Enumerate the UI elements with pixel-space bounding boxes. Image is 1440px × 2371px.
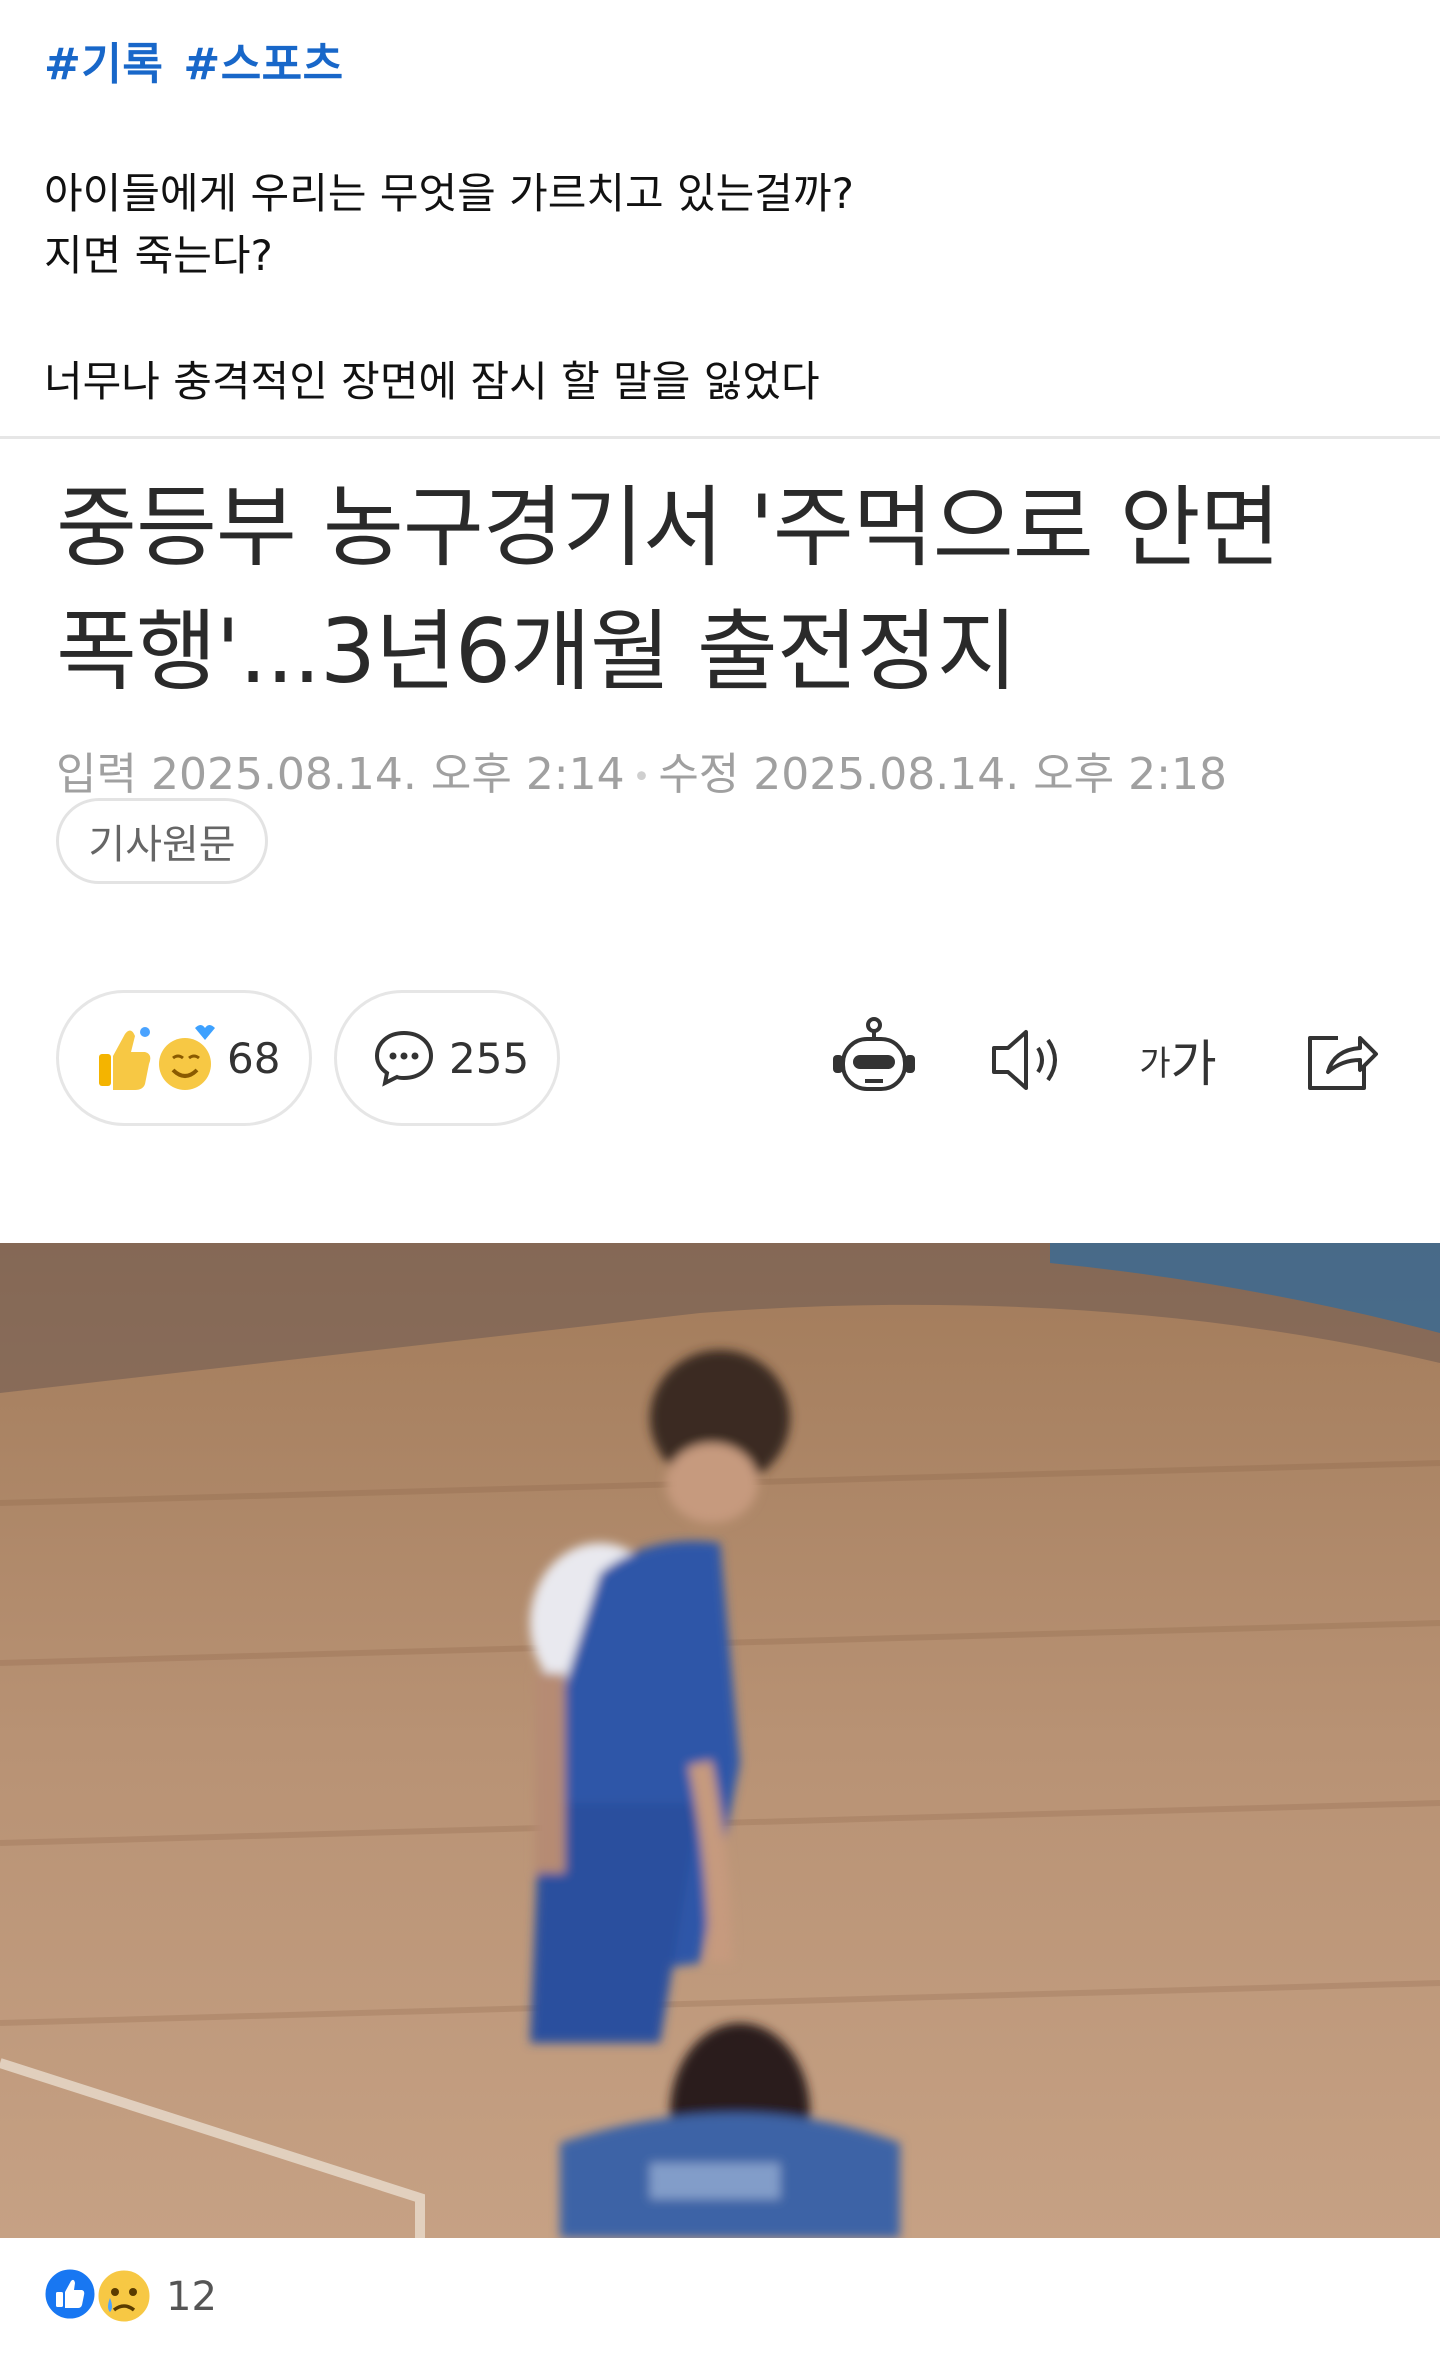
post-text-line-1: 아이들에게 우리는 무엇을 가르치고 있는걸까? bbox=[44, 169, 854, 218]
input-time: 2025.08.14. 오후 2:14 bbox=[150, 749, 625, 800]
post-text-line-2: 지면 죽는다? bbox=[44, 231, 273, 280]
thumbs-up-smile-emoji-icon bbox=[93, 1018, 221, 1098]
meta-separator: • bbox=[632, 759, 651, 795]
post-footer: 12 bbox=[0, 2238, 1440, 2371]
headline-line-1: 중등부 농구경기서 '주먹으로 안면 bbox=[56, 476, 1281, 579]
edit-time: 2025.08.14. 오후 2:18 bbox=[753, 749, 1227, 800]
footer-reaction-count[interactable]: 12 bbox=[166, 2274, 217, 2320]
like-reaction-icon[interactable] bbox=[42, 2266, 98, 2322]
headline-line-2: 폭행'...3년6개월 출전정지 bbox=[56, 600, 1018, 703]
hashtag-record[interactable]: #기록 bbox=[44, 39, 163, 90]
comment-count: 255 bbox=[449, 1033, 530, 1083]
hashtag-row: #기록 #스포츠 bbox=[44, 28, 364, 92]
hashtag-sports[interactable]: #스포츠 bbox=[183, 39, 343, 90]
original-article-button[interactable]: 기사원문 bbox=[56, 798, 268, 884]
robot-icon[interactable] bbox=[824, 1010, 924, 1110]
article-headline: 중등부 농구경기서 '주먹으로 안면 폭행'...3년6개월 출전정지 bbox=[56, 466, 1396, 714]
speech-bubble-icon bbox=[373, 1027, 435, 1089]
input-label: 입력 bbox=[56, 749, 137, 800]
sad-reaction-icon[interactable] bbox=[94, 2266, 154, 2326]
article-meta: 입력 2025.08.14. 오후 2:14 • 수정 2025.08.14. 오후… bbox=[56, 738, 1227, 802]
share-icon[interactable] bbox=[1290, 1010, 1390, 1110]
divider bbox=[0, 436, 1440, 439]
font-size-large-label: 가 bbox=[1170, 1035, 1217, 1093]
article-photo[interactable] bbox=[0, 1243, 1440, 2238]
font-size-button[interactable]: 가가 bbox=[1128, 1010, 1228, 1110]
font-size-small-label: 가 bbox=[1139, 1043, 1171, 1084]
reaction-button[interactable]: 68 bbox=[56, 990, 312, 1126]
speaker-icon[interactable] bbox=[978, 1010, 1078, 1110]
reaction-count: 68 bbox=[227, 1033, 281, 1083]
post-text-line-3: 너무나 충격적인 장면에 잠시 할 말을 잃었다 bbox=[44, 357, 820, 406]
comment-button[interactable]: 255 bbox=[334, 990, 560, 1126]
edit-label: 수정 bbox=[658, 749, 740, 800]
